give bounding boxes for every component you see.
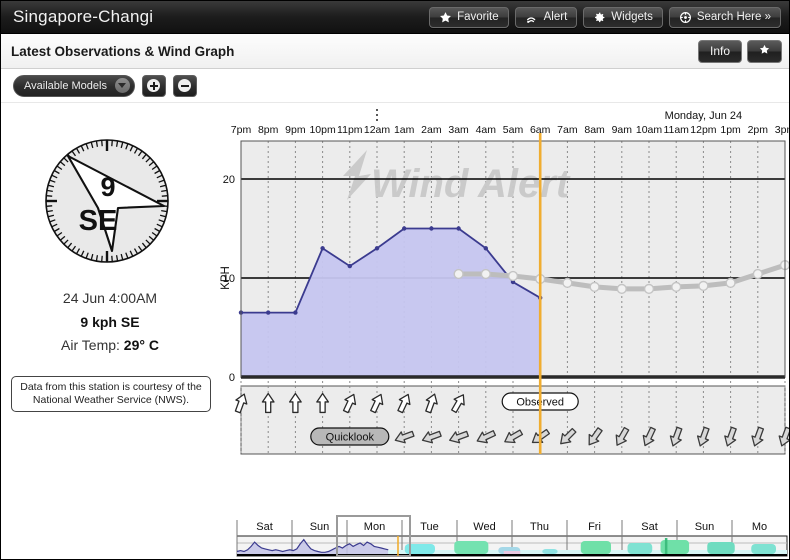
favorite-button[interactable]: Favorite [429,6,509,28]
svg-text:Mo: Mo [752,521,767,533]
available-models-dropdown[interactable]: Available Models [13,74,135,97]
plus-icon [147,79,161,92]
wind-compass: 9 SE [32,126,182,276]
info-button[interactable]: Info [697,39,742,63]
svg-text:Fri: Fri [588,521,601,533]
wind-alert-app: Singapore-Changi Favorite Alert Widgets … [0,0,790,560]
svg-text:20: 20 [223,174,235,186]
alert-button[interactable]: Alert [514,6,578,28]
available-models-label: Available Models [24,79,107,92]
page-title: Latest Observations & Wind Graph [11,43,235,59]
svg-text:3am: 3am [448,124,469,136]
panel-header: Latest Observations & Wind Graph Info [1,34,789,69]
widgets-button[interactable]: Widgets [583,6,663,28]
star-icon [439,11,452,24]
svg-text:KPH: KPH [220,266,232,290]
timeline-svg[interactable]: Sat Sun Mon Tue Wed Thu Fri Sat Sun Mo [1,514,789,559]
observation-air-temp: Air Temp: 29° C [1,337,219,353]
favorite-star-button[interactable] [747,39,782,63]
svg-text:Mon: Mon [364,521,385,533]
svg-text:7pm: 7pm [231,124,252,136]
observation-wind-summary: 9 kph SE [80,314,140,330]
search-here-button[interactable]: Search Here » [668,6,781,28]
svg-text:12pm: 12pm [690,124,717,136]
minus-icon [178,79,192,92]
app-header: Singapore-Changi Favorite Alert Widgets … [1,1,789,34]
svg-text:Sat: Sat [641,521,658,533]
svg-text:8am: 8am [584,124,605,136]
svg-text:11am: 11am [663,124,689,136]
station-title: Singapore-Changi [13,7,154,26]
svg-text:Wed: Wed [473,521,495,533]
compass-direction-text: SE [79,205,118,237]
favorite-button-label: Favorite [457,11,499,23]
svg-text:Tue: Tue [420,521,439,533]
svg-text:Monday, Jun 24: Monday, Jun 24 [665,110,742,122]
svg-text:8pm: 8pm [258,124,279,136]
compass-speed-text: 9 [100,172,115,202]
air-temp-label: Air Temp: [61,337,120,353]
svg-text:11pm: 11pm [337,124,363,136]
svg-text:Sun: Sun [310,521,330,533]
svg-text:6am: 6am [530,124,551,136]
svg-text:3pm: 3pm [775,124,789,136]
svg-text:9am: 9am [612,124,633,136]
zoom-out-button[interactable] [172,74,197,97]
observation-timestamp: 24 Jun 4:00AM [62,290,158,306]
svg-text:0: 0 [229,372,235,384]
compass-icon [679,11,692,24]
panel-header-actions: Info [697,39,782,63]
svg-text:Quicklook: Quicklook [326,432,375,444]
gear-icon [593,11,606,24]
air-temp-value: 29° C [123,337,159,353]
search-here-button-label: Search Here » [696,11,771,23]
svg-text:Thu: Thu [530,521,549,533]
svg-text:1pm: 1pm [720,124,741,136]
svg-text:9pm: 9pm [285,124,306,136]
chart-toolbar: Available Models [1,69,789,103]
signal-icon [525,11,539,24]
header-button-group: Favorite Alert Widgets Search Here » [429,6,781,28]
svg-text:5am: 5am [503,124,524,136]
chevron-down-icon [114,78,130,93]
zoom-in-button[interactable] [141,74,166,97]
wind-graph-svg[interactable]: Wind Alert Quicklook01020KPH7pm 8pm 9pm … [219,104,789,514]
svg-text:7am: 7am [557,124,578,136]
svg-text:4am: 4am [476,124,497,136]
svg-text:2pm: 2pm [748,124,769,136]
wind-graph[interactable]: Wind Alert Quicklook 0 10 20 KPH 7pm 8pm… [219,104,789,514]
alert-button-label: Alert [543,11,568,23]
observation-panel: 9 SE 24 Jun 4:00AM 9 kph SE Air Temp: 29… [1,104,219,514]
compass-dial: 9 SE [45,139,169,263]
svg-text:1am: 1am [394,124,415,136]
data-source-note: Data from this station is courtesy of th… [11,376,211,412]
svg-text:10pm: 10pm [309,124,336,136]
svg-text:2am: 2am [421,124,442,136]
svg-text:Sun: Sun [695,521,715,533]
timeline-navigator[interactable]: Sat Sun Mon Tue Wed Thu Fri Sat Sun Mo [1,514,789,559]
svg-text:10am: 10am [636,124,663,136]
star-icon [759,44,770,58]
svg-text:12am: 12am [364,124,391,136]
svg-text:Sat: Sat [256,521,273,533]
widgets-button-label: Widgets [611,11,653,23]
